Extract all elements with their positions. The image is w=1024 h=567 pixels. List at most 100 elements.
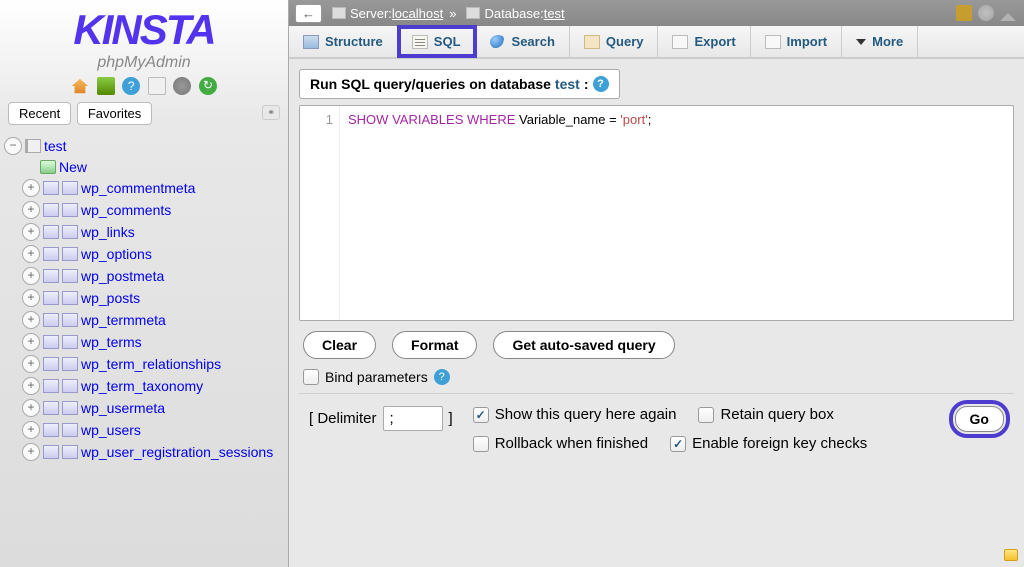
help-icon[interactable]: ? [434,369,450,385]
table-link[interactable]: wp_term_relationships [81,356,221,372]
server-link[interactable]: localhost [392,6,443,21]
autosaved-button[interactable]: Get auto-saved query [493,331,674,359]
table-node[interactable]: + wp_links [0,221,288,243]
expand-toggle[interactable]: + [22,399,40,417]
table-node[interactable]: + wp_postmeta [0,265,288,287]
bind-params-label: Bind parameters [325,369,428,385]
table-node[interactable]: + wp_user_registration_sessions [0,441,288,463]
settings-icon[interactable] [173,77,191,95]
table-link[interactable]: wp_comments [81,202,171,218]
table-link[interactable]: wp_links [81,224,135,240]
tab-sql[interactable]: SQL [398,26,476,57]
export-icon [672,35,688,49]
checkbox-icon[interactable] [698,407,714,423]
tab-search[interactable]: Search [476,26,570,57]
tab-structure[interactable]: Structure [289,26,398,57]
expand-toggle[interactable]: + [22,245,40,263]
expand-toggle[interactable]: + [22,201,40,219]
favorites-tab[interactable]: Favorites [77,102,152,125]
table-icon [43,291,59,305]
tab-query[interactable]: Query [570,26,659,57]
collapse-icon[interactable]: ⚭ [262,105,280,120]
lock-icon[interactable] [956,5,972,21]
go-top-icon[interactable] [1000,5,1016,21]
expand-toggle[interactable]: + [22,333,40,351]
table-icon [62,335,78,349]
clear-button[interactable]: Clear [303,331,376,359]
new-label[interactable]: New [59,159,87,175]
panel-db-link[interactable]: test [555,76,580,92]
expand-toggle[interactable]: + [22,289,40,307]
tab-more[interactable]: More [842,26,918,57]
table-node[interactable]: + wp_term_taxonomy [0,375,288,397]
console-toggle-icon[interactable] [1004,549,1018,561]
table-link[interactable]: wp_user_registration_sessions [81,444,273,460]
table-link[interactable]: wp_usermeta [81,400,165,416]
checkbox-icon[interactable] [473,407,489,423]
table-link[interactable]: wp_term_taxonomy [81,378,203,394]
tab-import[interactable]: Import [751,26,842,57]
sql-editor[interactable]: 1 SHOW VARIABLES WHERE Variable_name = '… [299,105,1014,321]
table-node[interactable]: + wp_termmeta [0,309,288,331]
logout-icon[interactable] [97,77,115,95]
table-link[interactable]: wp_options [81,246,152,262]
breadcrumb-separator: » [443,6,462,21]
expand-toggle[interactable]: + [22,443,40,461]
go-button[interactable]: Go [955,406,1004,432]
table-link[interactable]: wp_postmeta [81,268,164,284]
database-icon [466,7,480,19]
bind-params-row: Bind parameters ? [299,369,1014,393]
back-button[interactable]: ← [295,4,322,23]
retain-option[interactable]: Retain query box [698,406,833,423]
expand-toggle[interactable]: + [22,223,40,241]
reload-icon[interactable] [199,77,217,95]
recent-tab[interactable]: Recent [8,102,71,125]
show-again-option[interactable]: Show this query here again [473,406,677,423]
help-icon[interactable]: ? [122,77,140,95]
table-node[interactable]: + wp_terms [0,331,288,353]
table-node[interactable]: + wp_options [0,243,288,265]
table-icon [62,379,78,393]
help-icon[interactable]: ? [593,76,609,92]
table-link[interactable]: wp_posts [81,290,140,306]
table-icon [62,247,78,261]
fk-option[interactable]: Enable foreign key checks [670,435,867,452]
table-icon [62,423,78,437]
page-settings-icon[interactable] [978,5,994,21]
expand-toggle[interactable]: + [22,421,40,439]
expand-toggle[interactable]: + [22,179,40,197]
new-icon [40,160,56,174]
new-table-node[interactable]: New [0,157,288,177]
table-node[interactable]: + wp_posts [0,287,288,309]
checkbox-icon[interactable] [670,436,686,452]
table-node[interactable]: + wp_term_relationships [0,353,288,375]
docs-icon[interactable] [148,77,166,95]
table-icon [43,247,59,261]
table-link[interactable]: wp_users [81,422,141,438]
expand-toggle[interactable]: + [22,377,40,395]
table-link[interactable]: wp_termmeta [81,312,166,328]
format-button[interactable]: Format [392,331,477,359]
tab-export[interactable]: Export [658,26,750,57]
table-node[interactable]: + wp_usermeta [0,397,288,419]
table-node[interactable]: + wp_commentmeta [0,177,288,199]
table-link[interactable]: wp_terms [81,334,142,350]
delimiter-input[interactable] [383,406,443,431]
collapse-toggle[interactable]: − [4,137,22,155]
rollback-option[interactable]: Rollback when finished [473,435,648,452]
table-icon [43,313,59,327]
db-tree: − test New + wp_commentmeta + wp_comments + w… [0,129,288,469]
db-node[interactable]: − test [0,135,288,157]
bind-params-checkbox[interactable] [303,369,319,385]
expand-toggle[interactable]: + [22,267,40,285]
sql-code[interactable]: SHOW VARIABLES WHERE Variable_name = 'po… [340,106,1013,320]
db-name[interactable]: test [44,138,67,154]
table-link[interactable]: wp_commentmeta [81,180,195,196]
checkbox-icon[interactable] [473,436,489,452]
table-node[interactable]: + wp_comments [0,199,288,221]
table-node[interactable]: + wp_users [0,419,288,441]
expand-toggle[interactable]: + [22,311,40,329]
home-icon[interactable] [71,77,89,95]
db-link[interactable]: test [544,6,565,21]
expand-toggle[interactable]: + [22,355,40,373]
